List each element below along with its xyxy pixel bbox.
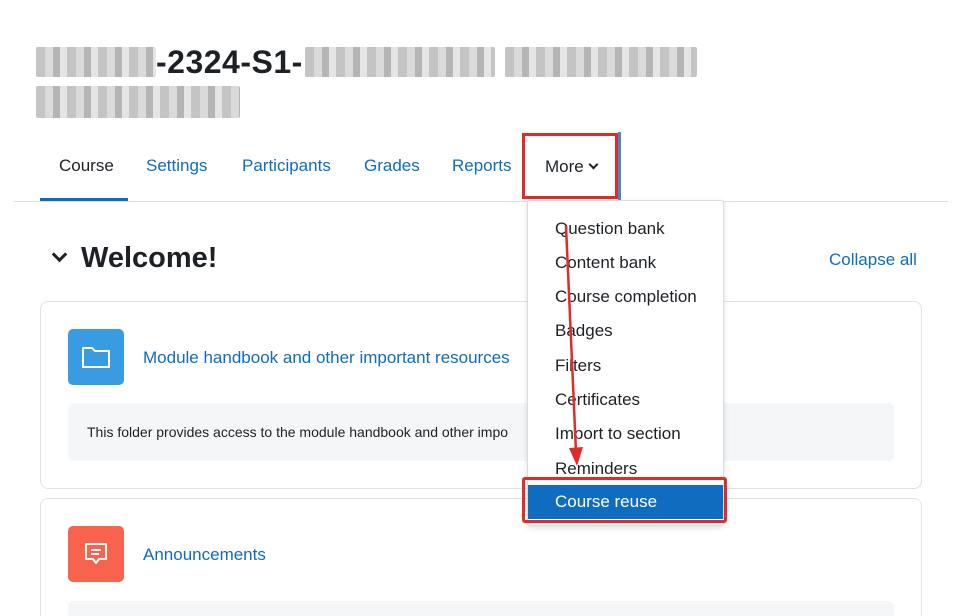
menu-item-filters[interactable]: Filters [555, 356, 601, 376]
nav-divider [14, 201, 948, 202]
activity-description-text: This folder provides access to the modul… [87, 424, 509, 440]
menu-item-course-completion[interactable]: Course completion [555, 287, 697, 307]
menu-item-reminders[interactable]: Reminders [555, 459, 637, 479]
more-tab-focus-edge [618, 132, 621, 204]
section-header: Welcome! [50, 242, 217, 275]
menu-item-content-bank[interactable]: Content bank [555, 253, 656, 273]
more-text: More [545, 157, 584, 176]
tab-course[interactable]: Course [59, 156, 114, 176]
tab-more[interactable]: More [522, 133, 618, 199]
forum-icon [68, 526, 124, 582]
folder-icon [68, 329, 124, 385]
section-title: Welcome! [81, 242, 218, 274]
tab-grades[interactable]: Grades [364, 156, 420, 176]
page-title: -2324-S1- [36, 40, 697, 84]
activity-description [68, 601, 894, 616]
menu-item-import-to-section[interactable]: Import to section [555, 424, 681, 444]
collapse-all-link[interactable]: Collapse all [829, 250, 917, 270]
course-secondary-nav: Course Settings Participants Grades Repo… [0, 130, 967, 202]
menu-item-badges[interactable]: Badges [555, 321, 613, 341]
tab-settings[interactable]: Settings [146, 156, 207, 176]
menu-item-question-bank[interactable]: Question bank [555, 219, 665, 239]
highlight-box [522, 477, 727, 523]
redacted-title-segment [36, 86, 240, 118]
activity-link-announcements[interactable]: Announcements [143, 545, 266, 565]
activity-link-folder[interactable]: Module handbook and other important reso… [143, 348, 510, 368]
redacted-title-segment [504, 47, 697, 77]
redacted-title-segment [304, 47, 495, 77]
tab-reports[interactable]: Reports [452, 156, 512, 176]
chevron-down-icon[interactable] [51, 246, 68, 263]
activity-card: Announcements [40, 498, 922, 616]
activity-description: This folder provides access to the modul… [68, 403, 894, 461]
activity-card: Module handbook and other important reso… [40, 301, 922, 489]
redacted-title-segment [36, 47, 156, 77]
tab-participants[interactable]: Participants [242, 156, 331, 176]
menu-item-certificates[interactable]: Certificates [555, 390, 640, 410]
tab-more-label: More [545, 157, 599, 177]
page-title-text: -2324-S1- [156, 43, 303, 80]
page-title-line2 [36, 86, 240, 123]
chevron-down-icon [588, 159, 599, 170]
